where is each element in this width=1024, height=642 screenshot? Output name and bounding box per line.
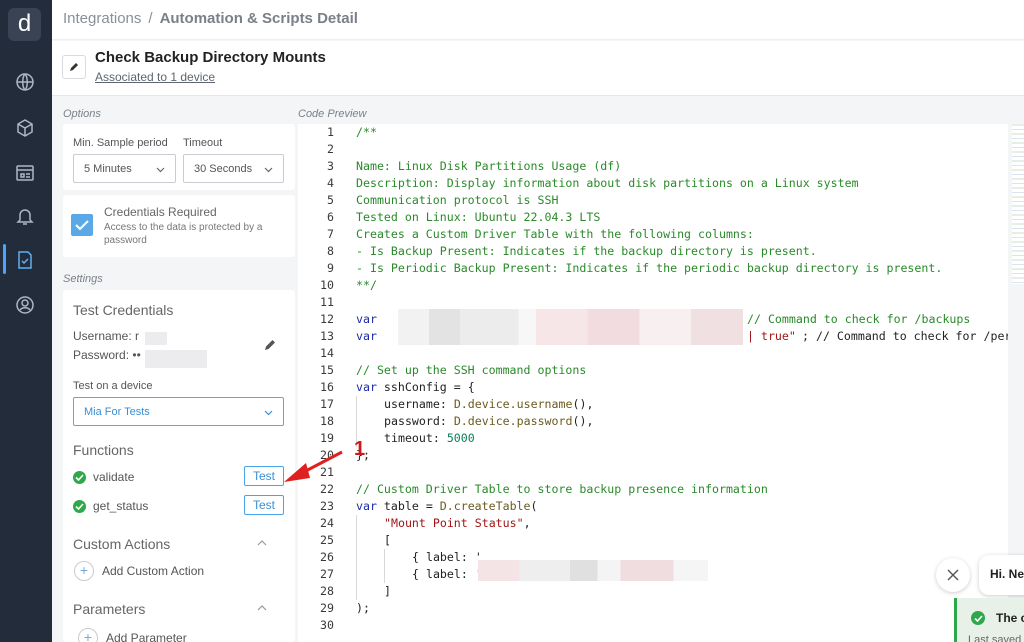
test-device-label: Test on a device [73, 380, 153, 392]
settings-label: Settings [63, 273, 103, 285]
min-sample-select[interactable]: 5 Minutes [73, 154, 176, 183]
redacted-code [478, 560, 708, 581]
annotation-number: 1 [354, 438, 366, 460]
test-get-status-button[interactable]: Test [244, 495, 284, 515]
custom-actions-title: Custom Actions [73, 536, 171, 552]
redacted-username [145, 332, 167, 345]
credentials-desc: Access to the data is protected by a pas… [104, 222, 263, 246]
chevron-up-icon[interactable] [257, 539, 267, 547]
page-title: Check Backup Directory Mounts [95, 49, 326, 66]
success-check-icon [73, 471, 86, 484]
timeout-value: 30 Seconds [194, 163, 253, 175]
check-icon [75, 220, 89, 231]
redacted-code [398, 309, 743, 345]
title-bar: Check Backup Directory Mounts Associated… [52, 41, 1024, 96]
associated-devices-link[interactable]: Associated to 1 device [95, 70, 215, 84]
dashboard-icon[interactable] [14, 162, 36, 184]
username-value: r [135, 329, 140, 343]
timeout-select[interactable]: 30 Seconds [183, 154, 284, 183]
min-sample-label: Min. Sample period [73, 137, 168, 149]
options-card: Min. Sample period Timeout 5 Minutes 30 … [63, 124, 295, 190]
pencil-icon[interactable] [264, 338, 277, 351]
test-device-select[interactable]: Mia For Tests [73, 397, 284, 426]
breadcrumb-root[interactable]: Integrations [63, 10, 141, 27]
toast-subtitle: Last saved [968, 634, 1022, 642]
success-check-icon [971, 611, 985, 625]
breadcrumb-bar: Integrations / Automation & Scripts Detail [52, 0, 1024, 40]
bell-icon[interactable] [14, 205, 36, 227]
cube-icon[interactable] [14, 117, 36, 139]
function-name: validate [93, 470, 135, 484]
active-indicator [3, 244, 6, 274]
chevron-down-icon [264, 410, 273, 416]
timeout-label: Timeout [183, 137, 223, 149]
add-custom-action-icon[interactable]: + [74, 561, 94, 581]
add-parameter-link[interactable]: Add Parameter [106, 631, 187, 642]
code-editor[interactable]: 1/** 2 3 Name: Linux Disk Partitions Usag… [298, 124, 1008, 642]
side-nav: d [0, 0, 52, 642]
chevron-down-icon [156, 167, 165, 173]
breadcrumb: Integrations / Automation & Scripts Detail [63, 10, 358, 27]
annotation-arrow [284, 450, 343, 482]
username-label: Username: [73, 329, 132, 343]
scripts-icon[interactable] [14, 249, 36, 271]
close-icon [947, 569, 959, 581]
save-toast: The c Last saved [954, 598, 1024, 642]
parameters-title: Parameters [73, 601, 146, 617]
chevron-up-icon[interactable] [257, 604, 267, 612]
pencil-icon [70, 63, 78, 71]
code-minimap[interactable] [1012, 124, 1024, 284]
settings-card: Test Credentials Username: r Password: •… [63, 290, 295, 642]
chat-greeting: Hi. Ne [990, 567, 1024, 581]
username-row: Username: r [73, 329, 139, 343]
chat-greeting-bubble[interactable]: Hi. Ne [979, 555, 1024, 595]
breadcrumb-current: Automation & Scripts Detail [159, 10, 358, 27]
password-label: Password: [73, 348, 130, 362]
code-preview-label: Code Preview [298, 108, 367, 120]
redacted-password [145, 350, 207, 368]
functions-title: Functions [73, 442, 134, 458]
function-name: get_status [93, 499, 149, 513]
credentials-checkbox[interactable] [71, 214, 93, 236]
user-circle-icon[interactable] [14, 294, 36, 316]
credentials-card: Credentials Required Access to the data … [63, 195, 295, 257]
globe-icon[interactable] [14, 71, 36, 93]
chevron-down-icon [264, 167, 273, 173]
add-custom-action-link[interactable]: Add Custom Action [102, 564, 204, 578]
min-sample-value: 5 Minutes [84, 163, 132, 175]
breadcrumb-separator: / [148, 10, 153, 27]
app-logo[interactable]: d [8, 8, 41, 41]
options-label: Options [63, 108, 101, 120]
test-credentials-title: Test Credentials [73, 302, 174, 318]
edit-button[interactable] [62, 55, 86, 79]
password-row: Password: •• [73, 348, 141, 362]
credentials-title: Credentials Required [104, 205, 217, 219]
test-device-value: Mia For Tests [84, 406, 150, 418]
add-parameter-icon[interactable]: + [78, 628, 98, 642]
test-validate-button[interactable]: Test [244, 466, 284, 486]
toast-title: The c [996, 611, 1024, 625]
chat-close-button[interactable] [936, 558, 970, 592]
success-check-icon [73, 500, 86, 513]
password-value: •• [132, 348, 141, 362]
